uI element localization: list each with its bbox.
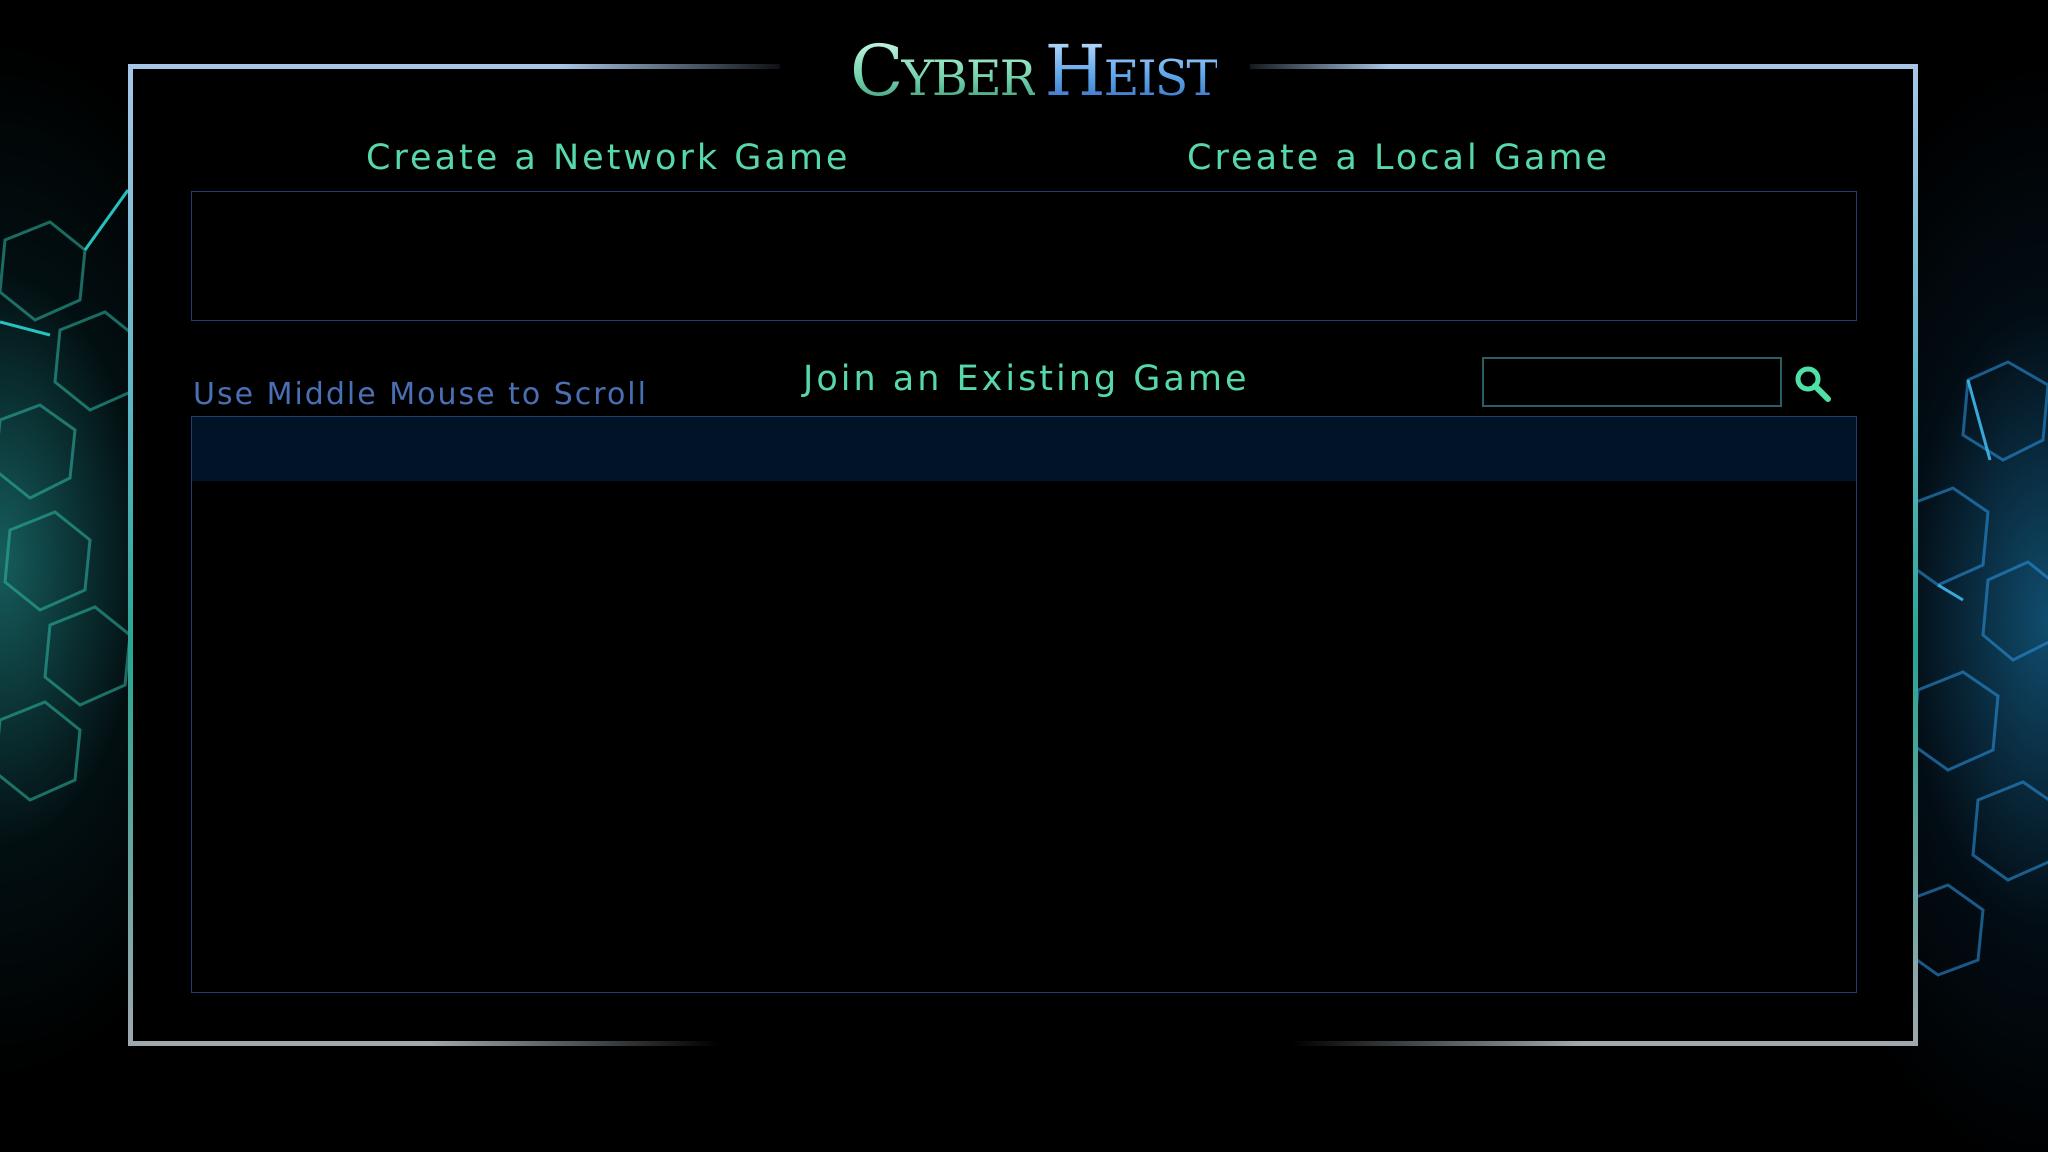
- join-existing-game-heading: Join an Existing Game: [803, 359, 1250, 399]
- frame-bottom-fade: [430, 1040, 1580, 1050]
- search-input[interactable]: [1482, 357, 1782, 407]
- frame-top-fade-right: [1230, 60, 1390, 70]
- game-list-panel[interactable]: [191, 416, 1857, 993]
- create-local-game-button[interactable]: Create a Local Game: [1187, 138, 1610, 178]
- logo-word-cyber: Cyber: [850, 30, 1037, 112]
- logo-word-heist: Heist: [1044, 30, 1219, 112]
- scroll-hint: Use Middle Mouse to Scroll: [193, 377, 648, 412]
- create-network-game-button[interactable]: Create a Network Game: [366, 138, 850, 178]
- game-list-header-row: [192, 417, 1856, 481]
- frame-top-fade-left: [560, 60, 800, 70]
- search-icon[interactable]: [1793, 364, 1833, 404]
- main-menu-screen: Cyber Heist Create a Network Game Create…: [0, 0, 2048, 1152]
- create-game-panel: [191, 191, 1857, 321]
- hex-pattern-right: [1908, 360, 2048, 977]
- game-logo: Cyber Heist: [850, 22, 1219, 112]
- hex-pattern-left: [0, 189, 140, 802]
